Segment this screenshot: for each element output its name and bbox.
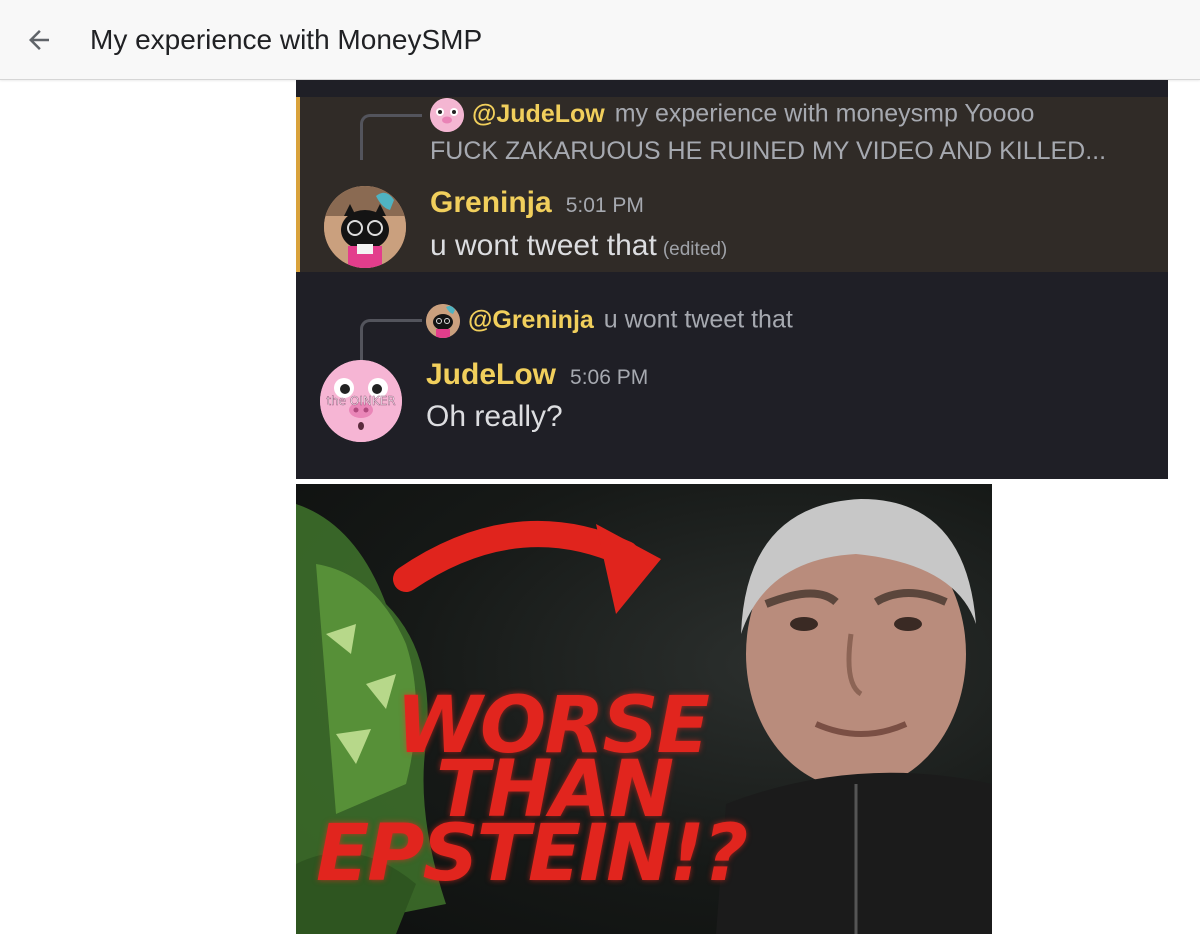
back-button[interactable] — [14, 15, 64, 65]
cat-avatar-icon — [426, 304, 460, 338]
timestamp: 5:06 PM — [570, 366, 649, 389]
reply-connector — [360, 114, 422, 160]
cat-avatar-icon — [324, 186, 406, 268]
reply-mention[interactable]: @Greninja — [468, 306, 594, 334]
chat-message: @Greninja u wont tweet that the OINKER Ju… — [296, 272, 1168, 479]
meme-caption: WORSE THAN EPSTEIN!? — [296, 687, 796, 899]
reply-preview[interactable]: @JudeLow my experience with moneysmp Yooo… — [430, 98, 1148, 132]
pig-avatar-icon — [430, 98, 464, 132]
reply-mention[interactable]: @JudeLow — [472, 100, 605, 128]
chat-message: @JudeLow my experience with moneysmp Yooo… — [296, 97, 1168, 272]
message-author[interactable]: Greninja 5:01 PM — [430, 186, 644, 220]
pig-avatar-icon: the OINKER — [320, 360, 402, 442]
discord-screenshot[interactable]: @JudeLow my experience with moneysmp Yooo… — [296, 80, 1168, 479]
arrow-left-icon — [29, 29, 49, 50]
top-app-bar: My experience with MoneySMP — [0, 0, 1200, 80]
meme-image[interactable]: WORSE THAN EPSTEIN!? — [296, 484, 992, 934]
message-content: u wont tweet that (edited) — [430, 229, 727, 263]
avatar[interactable]: the OINKER — [320, 360, 402, 442]
username[interactable]: JudeLow — [426, 358, 556, 391]
message-text: Oh really? — [426, 400, 563, 433]
message-text: u wont tweet that — [430, 229, 657, 262]
avatar-logo-text: the OINKER — [326, 394, 395, 408]
edited-label: (edited) — [662, 239, 728, 260]
meme-line: EPSTEIN!? — [316, 809, 748, 899]
avatar[interactable] — [324, 186, 406, 268]
page-title: My experience with MoneySMP — [90, 23, 483, 55]
reply-text-continued: FUCK ZAKARUOUS HE RUINED MY VIDEO AND KI… — [430, 137, 1107, 165]
reply-preview[interactable]: @Greninja u wont tweet that — [426, 304, 1148, 338]
timestamp: 5:01 PM — [565, 194, 644, 217]
message-content: Oh really? — [426, 400, 563, 434]
username[interactable]: Greninja — [430, 186, 552, 219]
reply-text: u wont tweet that — [603, 305, 793, 334]
reply-text: my experience with moneysmp Yoooo — [614, 99, 1035, 128]
reply-connector — [360, 319, 422, 365]
message-author[interactable]: JudeLow 5:06 PM — [426, 358, 648, 392]
